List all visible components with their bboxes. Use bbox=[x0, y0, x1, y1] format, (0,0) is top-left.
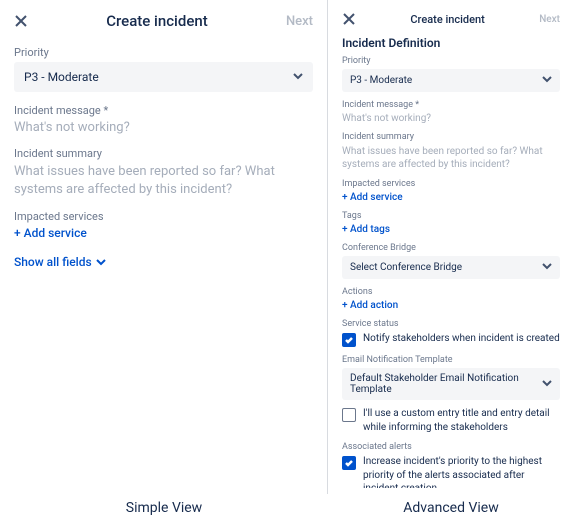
close-icon[interactable] bbox=[14, 14, 28, 28]
chevron-down-icon bbox=[293, 70, 303, 84]
priority-value: P3 - Moderate bbox=[350, 75, 412, 86]
message-label: Incident message * bbox=[14, 104, 313, 117]
priority-select[interactable]: P3 - Moderate bbox=[342, 69, 560, 92]
add-service-button[interactable]: + Add service bbox=[342, 192, 560, 203]
notify-checkbox[interactable] bbox=[342, 333, 356, 347]
show-all-fields-button[interactable]: Show all fields bbox=[14, 255, 92, 269]
email-value: Default Stakeholder Email Notification T… bbox=[350, 373, 542, 395]
simple-view: Create incident Next Priority P3 - Moder… bbox=[0, 0, 328, 494]
next-button[interactable]: Next bbox=[286, 14, 313, 29]
notify-label: Notify stakeholders when incident is cre… bbox=[363, 332, 560, 346]
page-title: Create incident bbox=[356, 13, 539, 26]
advanced-caption: Advanced View bbox=[328, 494, 574, 522]
message-label: Incident message * bbox=[342, 100, 560, 110]
chevron-down-icon bbox=[542, 261, 552, 274]
summary-label: Incident summary bbox=[14, 147, 313, 160]
page-title: Create incident bbox=[28, 12, 286, 30]
chevron-down-icon bbox=[542, 74, 552, 87]
increase-priority-label: Increase incident's priority to the high… bbox=[363, 455, 560, 488]
chevron-down-icon bbox=[96, 252, 106, 271]
actions-label: Actions bbox=[342, 287, 560, 297]
add-service-button[interactable]: + Add service bbox=[14, 226, 313, 240]
custom-entry-label: I'll use a custom entry title and entry … bbox=[363, 407, 560, 434]
next-button[interactable]: Next bbox=[539, 14, 560, 25]
bridge-value: Select Conference Bridge bbox=[350, 262, 462, 273]
simple-caption: Simple View bbox=[0, 494, 328, 522]
add-tags-button[interactable]: + Add tags bbox=[342, 224, 560, 235]
add-action-button[interactable]: + Add action bbox=[342, 300, 560, 311]
custom-entry-checkbox[interactable] bbox=[342, 408, 356, 422]
close-icon[interactable] bbox=[342, 12, 356, 26]
email-template-select[interactable]: Default Stakeholder Email Notification T… bbox=[342, 368, 560, 400]
advanced-view: Create incident Next Incident Definition… bbox=[328, 0, 574, 494]
alerts-label: Associated alerts bbox=[342, 442, 560, 452]
summary-input[interactable]: What issues have been reported so far? W… bbox=[342, 145, 560, 171]
priority-label: Priority bbox=[14, 46, 313, 59]
message-input[interactable]: What's not working? bbox=[14, 120, 313, 135]
increase-priority-checkbox[interactable] bbox=[342, 456, 356, 470]
email-label: Email Notification Template bbox=[342, 355, 560, 365]
priority-label: Priority bbox=[342, 56, 560, 66]
bridge-select[interactable]: Select Conference Bridge bbox=[342, 256, 560, 279]
chevron-down-icon bbox=[542, 378, 552, 391]
services-label: Impacted services bbox=[342, 179, 560, 189]
services-label: Impacted services bbox=[14, 210, 313, 223]
priority-select[interactable]: P3 - Moderate bbox=[14, 62, 313, 92]
summary-input[interactable]: What issues have been reported so far? W… bbox=[14, 163, 313, 198]
tags-label: Tags bbox=[342, 211, 560, 221]
status-label: Service status bbox=[342, 319, 560, 329]
message-input[interactable]: What's not working? bbox=[342, 113, 560, 124]
bridge-label: Conference Bridge bbox=[342, 243, 560, 253]
priority-value: P3 - Moderate bbox=[24, 70, 99, 84]
summary-label: Incident summary bbox=[342, 132, 560, 142]
section-header: Incident Definition bbox=[342, 36, 560, 50]
